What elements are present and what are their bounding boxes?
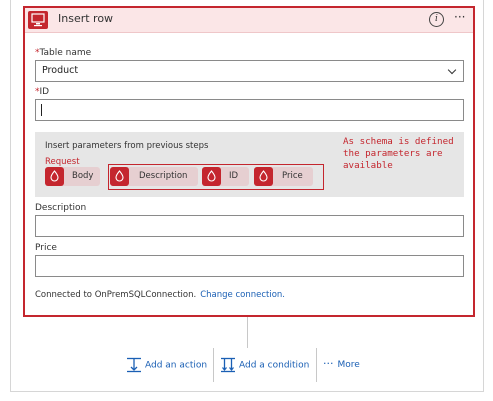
add-condition-icon — [221, 357, 235, 373]
connection-text: Connected to OnPremSQLConnection. — [35, 290, 197, 300]
table-name-value: Product — [42, 65, 79, 76]
action-divider — [316, 348, 317, 382]
annotation-highlight-box — [108, 164, 324, 190]
add-condition-button[interactable]: Add a condition — [220, 357, 309, 373]
more-dots-icon: ··· — [323, 357, 334, 370]
add-action-label: Add an action — [145, 360, 208, 371]
text-cursor — [41, 104, 42, 116]
more-label: More — [337, 360, 360, 370]
price-label: Price — [35, 243, 57, 253]
dynamic-content-group: Request — [45, 157, 80, 167]
action-divider — [213, 348, 214, 382]
ellipsis-icon[interactable]: ··· — [454, 10, 465, 24]
dynamic-content-heading: Insert parameters from previous steps — [45, 141, 209, 151]
id-input[interactable] — [35, 99, 464, 121]
table-name-label-text: Table name — [39, 48, 92, 58]
change-connection-link[interactable]: Change connection. — [200, 290, 285, 300]
table-name-label: *Table name — [35, 48, 91, 58]
card-header[interactable]: Insert row i ··· — [25, 8, 473, 33]
info-icon[interactable]: i — [429, 12, 444, 27]
add-condition-label: Add a condition — [239, 360, 310, 371]
flow-connector — [247, 317, 248, 348]
connection-info: Connected to OnPremSQLConnection. Change … — [35, 290, 285, 300]
chevron-down-icon — [447, 65, 457, 75]
id-label: *ID — [35, 87, 49, 97]
annotation-note: As schema is defined the parameters are … — [343, 136, 454, 171]
request-icon — [45, 167, 64, 186]
table-name-select[interactable]: Product — [35, 60, 464, 82]
insert-row-card: Insert row i ··· *Table name Product *ID… — [23, 6, 475, 317]
description-label: Description — [35, 203, 87, 213]
add-action-icon — [127, 357, 141, 373]
add-action-button[interactable]: Add an action — [126, 357, 207, 373]
price-input[interactable] — [35, 255, 464, 277]
description-input[interactable] — [35, 215, 464, 237]
id-label-text: ID — [39, 87, 50, 97]
sql-server-icon — [28, 11, 48, 29]
token-body[interactable]: Body — [45, 167, 100, 186]
card-title: Insert row — [58, 12, 114, 25]
dynamic-content-panel: Insert parameters from previous steps Re… — [35, 132, 464, 197]
token-label: Body — [72, 171, 94, 181]
more-button[interactable]: ··· More — [323, 357, 360, 370]
